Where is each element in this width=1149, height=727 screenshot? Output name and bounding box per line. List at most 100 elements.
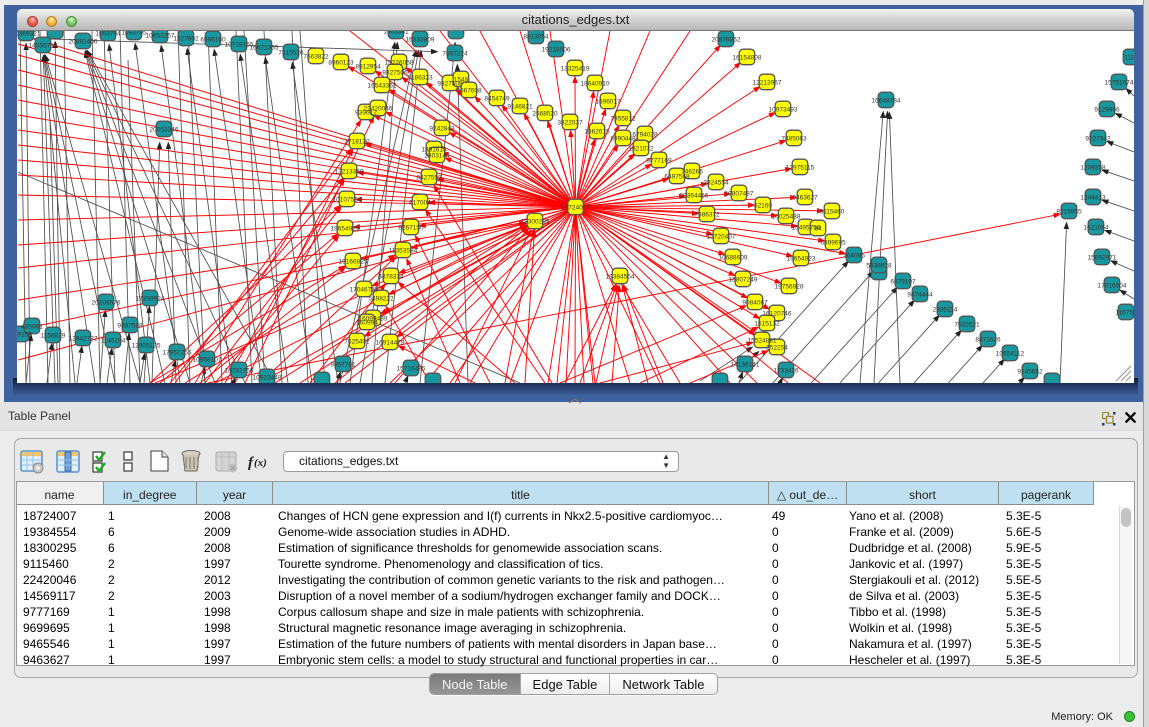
svg-text:7955812: 7955812 <box>610 116 636 123</box>
svg-text:12213369: 12213369 <box>335 169 364 176</box>
svg-text:12213967: 12213967 <box>753 80 782 87</box>
svg-text:19756928: 19756928 <box>775 284 804 291</box>
svg-text:10923448: 10923448 <box>253 375 282 382</box>
svg-text:15720407: 15720407 <box>707 234 736 241</box>
svg-text:10807487: 10807487 <box>725 191 754 198</box>
svg-text:12975115: 12975115 <box>786 165 815 172</box>
svg-text:10107554: 10107554 <box>333 197 362 204</box>
svg-text:9327506: 9327506 <box>382 70 408 77</box>
svg-text:1362615: 1362615 <box>584 129 610 136</box>
svg-text:10654112: 10654112 <box>996 351 1025 358</box>
svg-text:19166825: 19166825 <box>339 259 368 266</box>
svg-text:15692971: 15692971 <box>1088 255 1117 262</box>
svg-text:17046755: 17046755 <box>350 287 379 294</box>
svg-text:19654923: 19654923 <box>787 256 816 263</box>
svg-text:20369321: 20369321 <box>17 31 41 38</box>
svg-text:8471626: 8471626 <box>975 337 1001 344</box>
svg-text:10958107: 10958107 <box>193 357 222 364</box>
svg-text:16914479: 16914479 <box>376 340 405 347</box>
svg-text:16671355: 16671355 <box>250 45 279 52</box>
svg-text:7625402: 7625402 <box>344 339 370 346</box>
svg-text:10653257: 10653257 <box>146 33 175 40</box>
svg-text:16782759: 16782759 <box>225 368 254 375</box>
svg-text:9129966: 9129966 <box>1094 107 1120 114</box>
svg-text:17359924: 17359924 <box>136 296 165 303</box>
svg-text:9397588: 9397588 <box>117 323 143 330</box>
svg-text:16648784: 16648784 <box>872 98 901 105</box>
svg-text:9463627: 9463627 <box>792 195 818 202</box>
svg-text:1093795: 1093795 <box>121 31 147 37</box>
svg-text:5878334: 5878334 <box>378 274 404 281</box>
svg-text:2935114: 2935114 <box>933 307 958 314</box>
svg-text:19218506: 19218506 <box>542 47 571 54</box>
svg-text:62160: 62160 <box>754 203 772 210</box>
svg-text:8960123: 8960123 <box>328 60 354 67</box>
svg-text:18807249: 18807249 <box>729 277 758 284</box>
svg-text:22420046: 22420046 <box>364 106 393 113</box>
svg-text:18724007: 18724007 <box>561 205 590 212</box>
svg-text:19384554: 19384554 <box>606 274 635 281</box>
svg-text:12942737: 12942737 <box>69 336 98 343</box>
svg-text:15716485: 15716485 <box>397 366 426 373</box>
svg-text:164095: 164095 <box>843 253 865 260</box>
svg-text:8186323: 8186323 <box>407 75 433 82</box>
svg-text:17957255: 17957255 <box>163 350 192 357</box>
svg-text:20876862: 20876862 <box>712 37 741 44</box>
svg-text:2803144: 2803144 <box>424 153 450 160</box>
svg-text:14136141: 14136141 <box>731 362 760 369</box>
svg-text:20364456: 20364456 <box>680 193 709 200</box>
svg-text:1621072: 1621072 <box>628 146 654 153</box>
svg-text:15226058: 15226058 <box>385 60 414 67</box>
svg-text:8454749: 8454749 <box>484 96 510 103</box>
svg-text:1546: 1546 <box>454 77 469 84</box>
svg-text:1112: 1112 <box>1124 55 1134 62</box>
svg-text:17016504: 17016504 <box>1098 283 1127 290</box>
svg-text:16120746: 16120746 <box>763 311 792 318</box>
svg-text:1145194: 1145194 <box>101 338 126 345</box>
svg-text:7632621: 7632621 <box>954 322 980 329</box>
svg-text:20691406: 20691406 <box>69 39 98 46</box>
svg-text:3824554: 3824554 <box>703 180 729 187</box>
svg-text:18640910: 18640910 <box>581 81 610 88</box>
svg-text:7515526: 7515526 <box>278 50 304 57</box>
svg-text:1621064: 1621064 <box>1083 225 1109 232</box>
svg-text:2568520: 2568520 <box>532 111 558 118</box>
svg-text:7386372: 7386372 <box>694 212 720 219</box>
svg-text:8267150: 8267150 <box>398 225 424 232</box>
svg-text:617004: 617004 <box>409 200 431 207</box>
svg-text:11353594: 11353594 <box>389 248 418 255</box>
svg-text:64: 64 <box>814 226 822 233</box>
svg-text:(x): (x) <box>254 457 267 469</box>
svg-text:1093794: 1093794 <box>95 31 121 38</box>
svg-text:16154808: 16154808 <box>733 55 762 62</box>
svg-text:10025438: 10025438 <box>772 214 801 221</box>
svg-text:160994: 160994 <box>356 320 378 327</box>
svg-text:6899695: 6899695 <box>820 240 846 247</box>
svg-text:7857224: 7857224 <box>442 51 468 58</box>
svg-text:8215955: 8215955 <box>1056 209 1082 216</box>
svg-text:439159: 439159 <box>17 332 32 339</box>
svg-text:8427552: 8427552 <box>416 175 442 182</box>
svg-text:20206576: 20206576 <box>92 300 121 307</box>
svg-text:252254: 252254 <box>766 345 788 352</box>
svg-text:9146821: 9146821 <box>507 104 533 111</box>
svg-text:16033809: 16033809 <box>406 37 435 44</box>
svg-text:1615132: 1615132 <box>754 321 780 328</box>
svg-text:16543362: 16543362 <box>368 83 397 90</box>
svg-text:9474444: 9474444 <box>907 292 933 299</box>
svg-text:7485063: 7485063 <box>781 136 807 143</box>
svg-text:9245652: 9245652 <box>1017 369 1043 376</box>
svg-text:746266: 746266 <box>681 169 703 176</box>
svg-text:1244413: 1244413 <box>1080 195 1106 202</box>
svg-text:15751074: 15751074 <box>1105 80 1134 87</box>
svg-text:18300295: 18300295 <box>521 219 550 226</box>
svg-text:1603381: 1603381 <box>383 31 409 36</box>
svg-text:2067608: 2067608 <box>456 88 482 95</box>
svg-text:6966160: 6966160 <box>200 37 226 44</box>
svg-text:10973493: 10973493 <box>769 107 798 114</box>
svg-text:1156829: 1156829 <box>41 333 66 340</box>
svg-text:7663822: 7663822 <box>303 54 329 61</box>
svg-text:9227342: 9227342 <box>1085 136 1111 143</box>
svg-text:2718120: 2718120 <box>344 139 370 146</box>
svg-text:6879197: 6879197 <box>890 279 916 286</box>
